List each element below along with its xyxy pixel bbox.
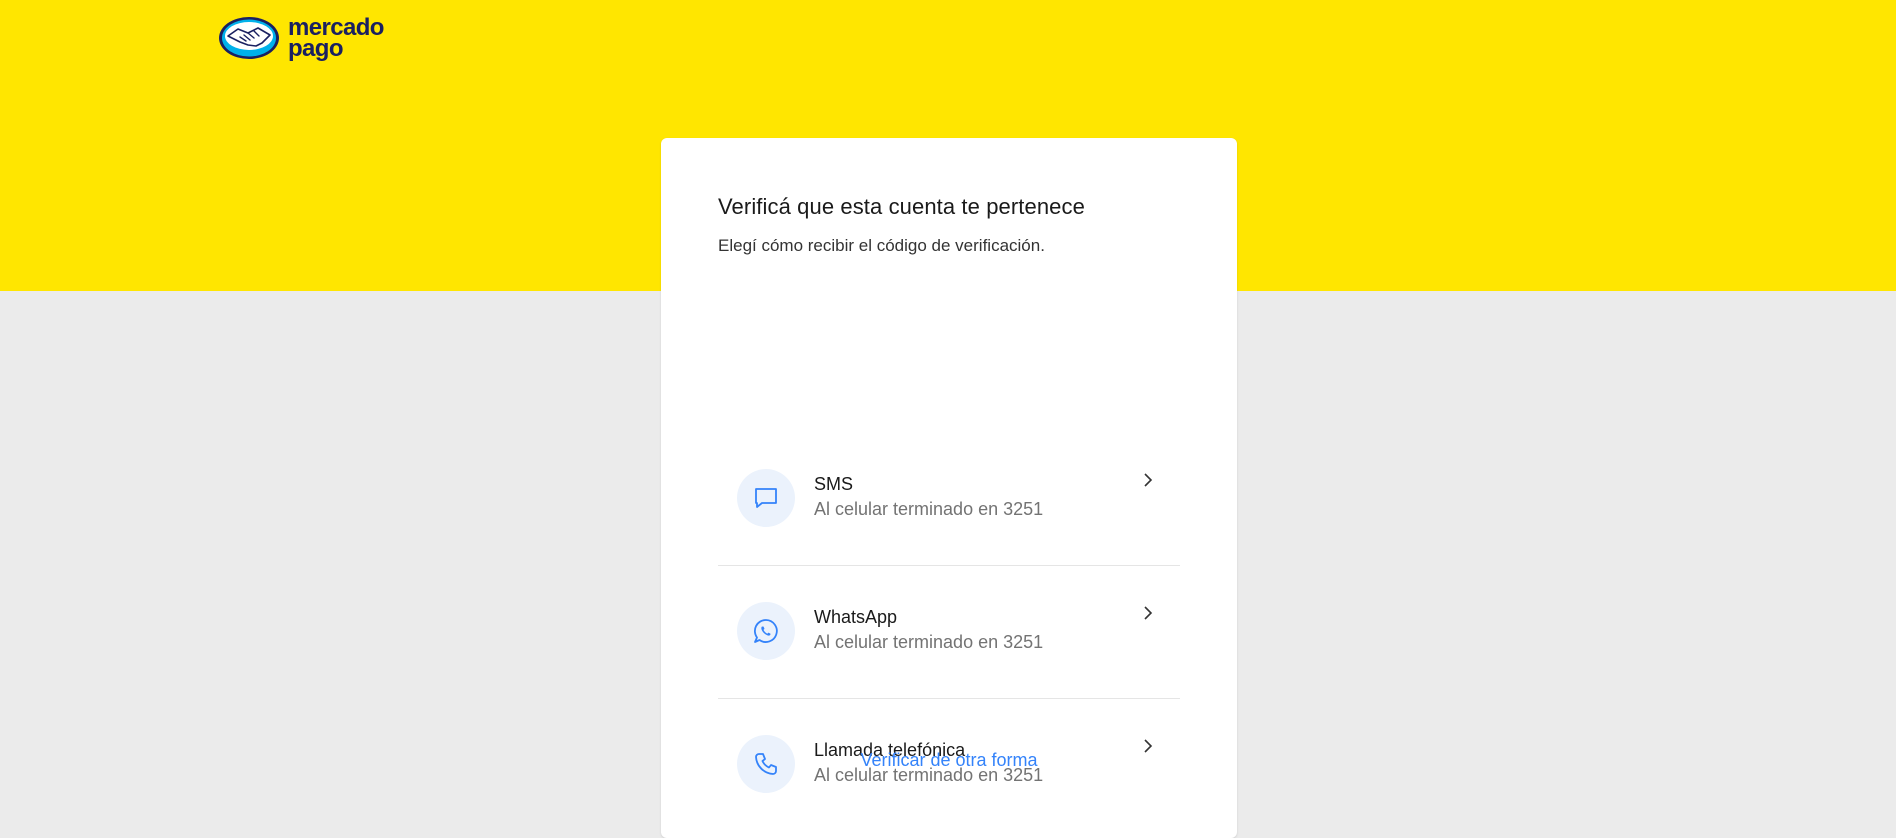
logo-wordmark: mercado pago [288, 16, 384, 62]
option-description: Al celular terminado en 3251 [814, 499, 1044, 519]
logo-word-2: pago [288, 35, 344, 62]
chevron-right-icon [1141, 605, 1155, 621]
verification-card: Verificá que esta cuenta te pertenece El… [661, 138, 1237, 838]
option-icon-circle [737, 602, 795, 660]
page-title: Verificá que esta cuenta te pertenece [718, 194, 1085, 219]
mercado-pago-logo[interactable]: mercado pago [218, 14, 384, 62]
chevron-right-icon [1141, 472, 1155, 488]
handshake-logo-icon [219, 17, 279, 59]
option-whatsapp[interactable]: WhatsApp Al celular terminado en 3251 [718, 565, 1180, 698]
option-label: WhatsApp [814, 607, 898, 627]
option-sms[interactable]: SMS Al celular terminado en 3251 [718, 432, 1180, 565]
page-subtitle: Elegí cómo recibir el código de verifica… [718, 236, 1045, 255]
chat-bubble-icon [755, 488, 777, 508]
option-icon-circle [737, 469, 795, 527]
option-label: SMS [814, 474, 854, 494]
option-description: Al celular terminado en 3251 [814, 632, 1044, 652]
verify-other-way-link[interactable]: Verificar de otra forma [661, 750, 1237, 771]
whatsapp-icon [754, 619, 778, 643]
